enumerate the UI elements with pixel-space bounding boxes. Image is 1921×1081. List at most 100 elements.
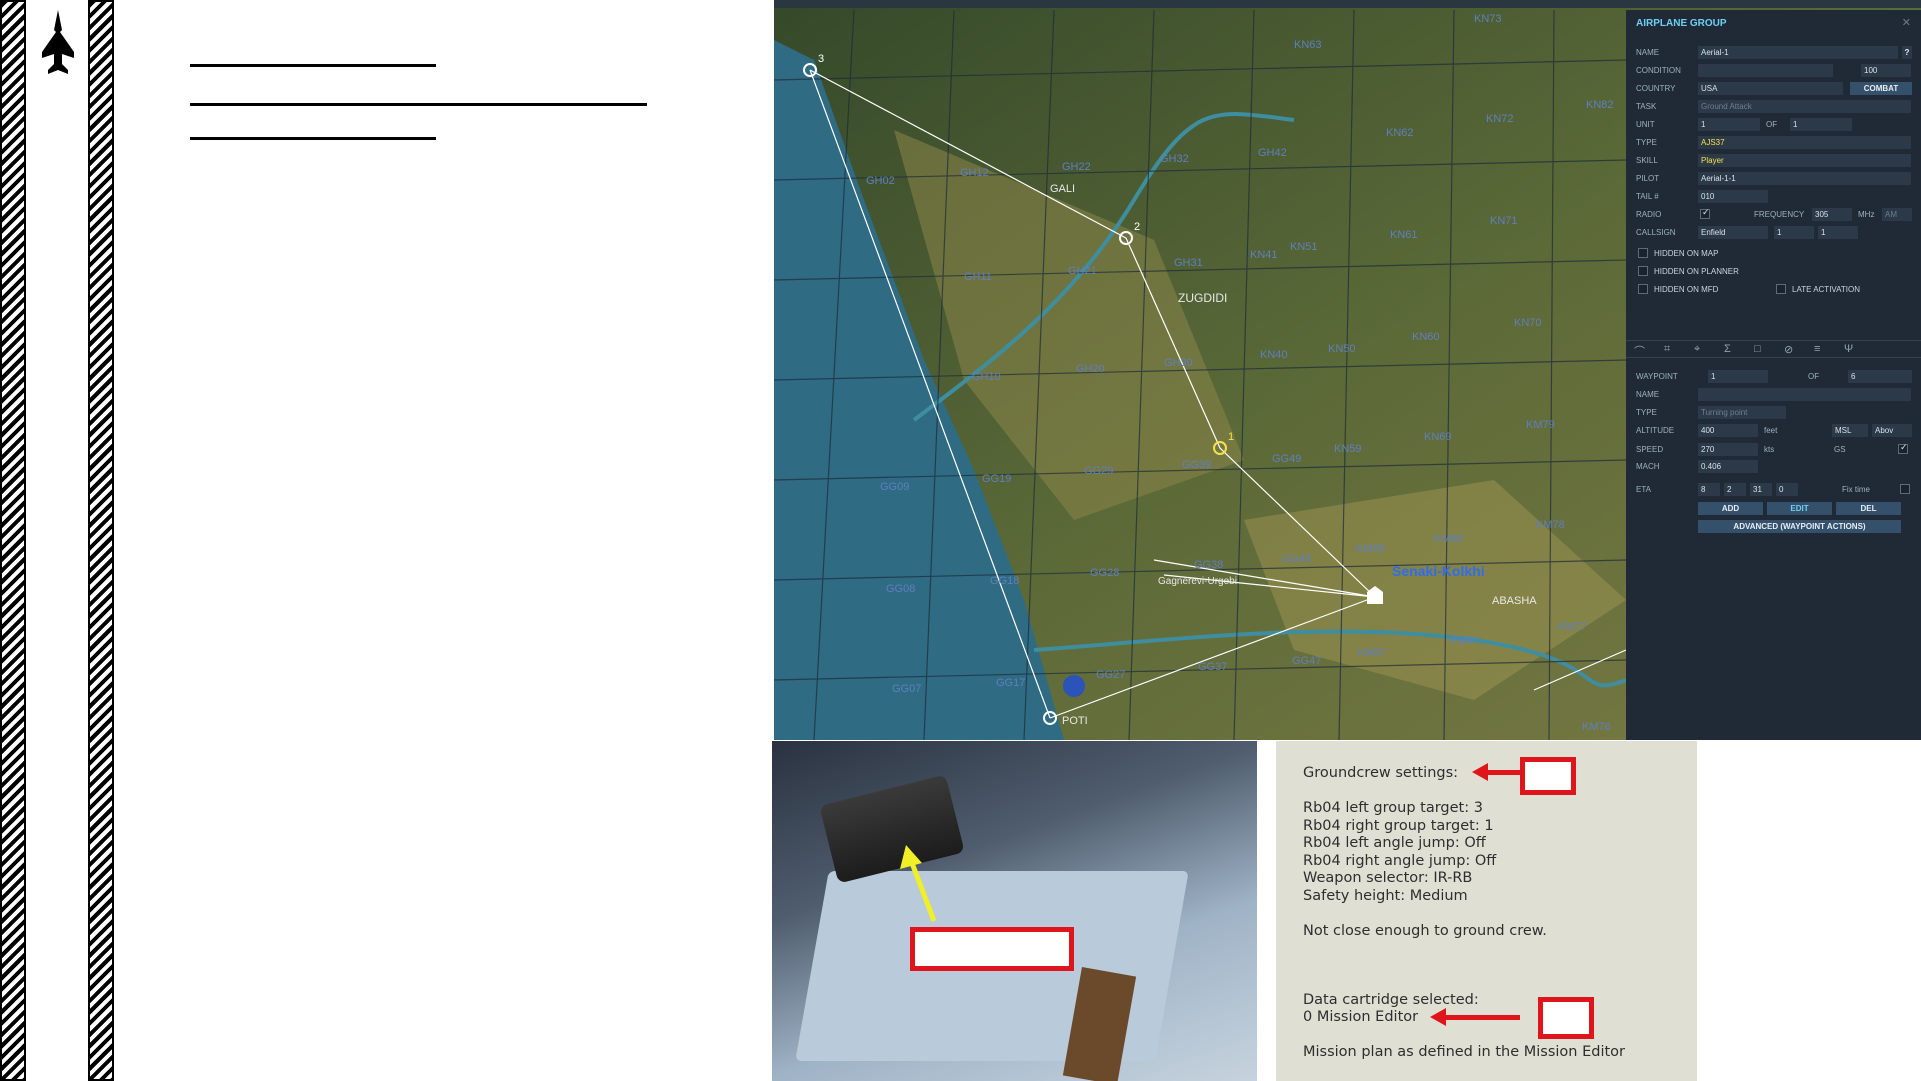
altitude-field[interactable]: 400 [1698, 424, 1758, 437]
pointer-arrow-icon [900, 845, 937, 922]
edit-waypoint-button[interactable]: EDIT [1767, 502, 1832, 515]
panel-title: AIRPLANE GROUP [1636, 18, 1727, 29]
name-field[interactable]: Aerial-1 [1698, 46, 1898, 59]
altitude-mode-select[interactable]: Abov [1872, 424, 1912, 437]
eta-minute[interactable]: 31 [1750, 483, 1772, 496]
cockpit-photo [772, 741, 1257, 1081]
eta-row: ETA 8 2 31 0 Fix time [1636, 483, 1911, 497]
svg-text:Gagnerevi-Urgebi: Gagnerevi-Urgebi [1158, 576, 1237, 587]
help-icon[interactable]: ? [1902, 46, 1912, 59]
unit-total[interactable]: 1 [1790, 118, 1852, 131]
hidden-on-map-checkbox[interactable] [1638, 248, 1648, 258]
svg-text:GG27: GG27 [1096, 669, 1125, 681]
callsign-row: CALLSIGN Enfield 1 1 [1636, 226, 1911, 240]
callsign-number-1[interactable]: 1 [1774, 226, 1814, 239]
svg-text:GG38: GG38 [1194, 559, 1223, 571]
svg-text:KN69: KN69 [1424, 431, 1452, 443]
svg-text:ABASHA: ABASHA [1492, 595, 1537, 607]
late-activation-checkbox[interactable] [1776, 284, 1786, 294]
waypoint-type-select[interactable]: Turning point [1698, 406, 1786, 419]
svg-text:KN82: KN82 [1586, 99, 1614, 111]
condition-field[interactable]: 100 [1861, 64, 1911, 77]
advanced-waypoint-actions-button[interactable]: ADVANCED (WAYPOINT ACTIONS) [1698, 520, 1901, 533]
route-icon[interactable]: ⌒ [1634, 343, 1645, 359]
mach-field[interactable]: 0.406 [1698, 460, 1758, 473]
modulation-select[interactable]: AM [1882, 208, 1912, 221]
eta-hour[interactable]: 2 [1724, 483, 1746, 496]
hidden-on-mfd-checkbox[interactable] [1638, 284, 1648, 294]
svg-text:KN41: KN41 [1250, 249, 1278, 261]
close-icon[interactable]: ✕ [1902, 16, 1911, 29]
eta-second[interactable]: 0 [1776, 483, 1798, 496]
svg-text:KN51: KN51 [1290, 241, 1318, 253]
target-icon[interactable]: ⌖ [1694, 343, 1700, 356]
radio-checkbox[interactable] [1700, 207, 1710, 219]
mach-row: MACH 0.406 [1636, 460, 1911, 474]
svg-text:KM76: KM76 [1582, 721, 1611, 733]
tail-row: TAIL # 010 [1636, 190, 1911, 204]
svg-text:2: 2 [1134, 221, 1140, 233]
cartridge-value: 0 Mission Editor [1303, 1009, 1419, 1025]
mission-map[interactable]: 3 2 1 Senaki-Kolkhi ZUGDIDI GALI POTI AB… [774, 0, 1921, 740]
type-select[interactable]: AJS37 [1698, 136, 1911, 149]
failures-icon[interactable]: ⊘ [1784, 343, 1793, 356]
svg-text:KM68: KM68 [1434, 533, 1463, 545]
svg-text:GG39: GG39 [1182, 459, 1211, 471]
eta-day[interactable]: 8 [1698, 483, 1720, 496]
frequency-field[interactable]: 305 [1812, 208, 1852, 221]
altitude-ref-select[interactable]: MSL [1832, 424, 1868, 437]
callsign-select[interactable]: Enfield [1698, 226, 1768, 239]
svg-text:KN60: KN60 [1412, 331, 1440, 343]
summary-icon[interactable]: Σ [1724, 343, 1731, 355]
setting-line: Rb04 left group target: 3 [1303, 800, 1483, 816]
jet-logo-icon [42, 10, 74, 74]
setting-line: Rb04 right group target: 1 [1303, 818, 1494, 834]
svg-text:GH10: GH10 [972, 371, 1001, 383]
svg-text:GH42: GH42 [1258, 147, 1287, 159]
svg-text:KN71: KN71 [1490, 215, 1518, 227]
svg-text:KM79: KM79 [1526, 419, 1555, 431]
svg-text:KN50: KN50 [1328, 343, 1356, 355]
combat-button[interactable]: COMBAT [1850, 82, 1912, 95]
country-select[interactable]: USA [1698, 82, 1843, 95]
setting-line: Weapon selector: IR-RB [1303, 870, 1473, 886]
title-underline-2 [190, 103, 647, 106]
setting-line: Safety height: Medium [1303, 888, 1468, 904]
triggered-actions-icon[interactable]: ⌗ [1664, 343, 1670, 356]
skill-select[interactable]: Player [1698, 154, 1911, 167]
list-icon[interactable]: ≡ [1814, 343, 1820, 355]
tail-field[interactable]: 010 [1698, 190, 1768, 203]
svg-text:GG28: GG28 [1090, 567, 1119, 579]
waypoint-name-field[interactable] [1698, 388, 1911, 401]
svg-text:GG47: GG47 [1292, 655, 1321, 667]
wp-type-row: TYPE Turning point [1636, 406, 1911, 420]
add-waypoint-button[interactable]: ADD [1698, 502, 1763, 515]
speed-locked-checkbox[interactable] [1898, 442, 1908, 454]
task-select[interactable]: Ground Attack [1698, 100, 1911, 113]
pilot-field[interactable]: Aerial-1-1 [1698, 172, 1911, 185]
svg-text:KM67: KM67 [1450, 635, 1479, 647]
svg-text:GH30: GH30 [1164, 357, 1193, 369]
setting-line: Rb04 right angle jump: Off [1303, 853, 1497, 869]
pilot-row: PILOT Aerial-1-1 [1636, 172, 1911, 186]
speed-row: SPEED 270 kts GS [1636, 442, 1911, 457]
skill-row: SKILL Player [1636, 154, 1911, 168]
options-icon[interactable]: Ψ [1844, 343, 1853, 355]
condition-slider[interactable] [1698, 64, 1833, 77]
svg-text:KN63: KN63 [1294, 39, 1322, 51]
status-line: Not close enough to ground crew. [1303, 923, 1547, 939]
svg-text:Senaki-Kolkhi: Senaki-Kolkhi [1392, 563, 1485, 579]
fix-time-checkbox[interactable] [1900, 484, 1910, 494]
payload-icon[interactable]: □ [1754, 343, 1761, 355]
unit-row: UNIT 1 OF 1 [1636, 118, 1911, 132]
airbase-marker-icon[interactable] [1063, 675, 1085, 697]
hidden-on-planner-checkbox[interactable] [1638, 266, 1648, 276]
svg-text:KN59: KN59 [1334, 443, 1362, 455]
delete-waypoint-button[interactable]: DEL [1836, 502, 1901, 515]
callsign-number-2[interactable]: 1 [1818, 226, 1858, 239]
unit-stepper[interactable]: 1 [1698, 118, 1760, 131]
svg-text:GH22: GH22 [1062, 161, 1091, 173]
country-row: COUNTRY USA COMBAT [1636, 82, 1912, 96]
speed-field[interactable]: 270 [1698, 443, 1758, 456]
waypoint-select[interactable]: 1 [1708, 370, 1768, 383]
